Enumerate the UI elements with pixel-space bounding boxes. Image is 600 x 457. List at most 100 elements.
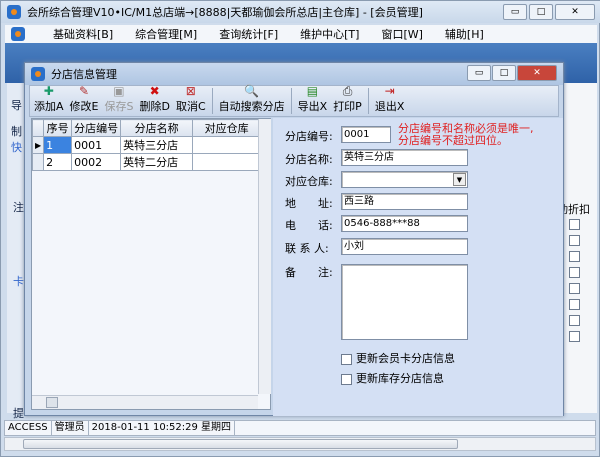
table-cell[interactable]: 1 [43, 136, 73, 154]
table-cell[interactable] [192, 136, 262, 154]
print-button[interactable]: ⎙ 打印P [333, 84, 362, 114]
main-horizontal-scrollbar[interactable] [4, 437, 596, 451]
delete-button[interactable]: ✖ 删除D [139, 84, 169, 114]
status-user: 管理员 [52, 421, 89, 435]
bg-checkbox[interactable] [569, 331, 580, 342]
bg-checkbox[interactable] [569, 251, 580, 262]
remark-label: 备 注: [285, 266, 333, 279]
menu-logo-icon [11, 27, 25, 41]
grid-vertical-scrollbar[interactable] [258, 119, 271, 394]
branch-grid[interactable]: 序号 分店编号 分店名称 对应仓库 ▶ 1 0001 英特三分店 2 0002 英特二分店 [31, 118, 271, 410]
menu-window[interactable]: 窗口[W] [381, 26, 422, 42]
bg-label: 制 [11, 125, 22, 138]
table-cell[interactable]: 英特三分店 [120, 136, 194, 154]
save-button[interactable]: ▣ 保存S [104, 84, 133, 114]
warehouse-select[interactable]: ▼ [341, 171, 468, 188]
row-indicator[interactable] [31, 153, 45, 171]
update-stock-checkbox[interactable]: 更新库存分店信息 [341, 370, 444, 386]
toolbar-label: 保存S [104, 100, 134, 113]
exit-button[interactable]: ⇥ 退出X [375, 84, 405, 114]
child-title: 分店信息管理 [51, 68, 117, 81]
name-input[interactable]: 英特三分店 [341, 149, 468, 166]
address-label: 地 址: [285, 197, 333, 210]
background-grid: 动折扣 [557, 83, 597, 413]
save-icon: ▣ [113, 84, 125, 98]
toolbar-label: 删除D [139, 100, 170, 113]
status-db: ACCESS [5, 421, 52, 435]
name-label: 分店名称: [285, 153, 333, 166]
exit-icon: ⇥ [384, 84, 395, 98]
edit-button[interactable]: ✎ 修改E [70, 84, 99, 114]
add-button[interactable]: ✚ 添加A [34, 84, 64, 114]
cancel-button[interactable]: ⊠ 取消C [176, 84, 206, 114]
scroll-thumb[interactable] [23, 439, 458, 449]
col-seq[interactable]: 序号 [43, 119, 73, 137]
table-cell[interactable]: 2 [43, 153, 73, 171]
update-card-checkbox[interactable]: 更新会员卡分店信息 [341, 350, 455, 366]
toolbar-label: 打印P [333, 100, 362, 113]
close-button[interactable]: ✕ [555, 4, 595, 20]
bg-checkbox[interactable] [569, 283, 580, 294]
col-warehouse[interactable]: 对应仓库 [192, 119, 262, 137]
table-row[interactable]: ▶ 1 0001 英特三分店 [31, 136, 262, 154]
child-title-bar: 分店信息管理 ▭ □ ✕ [25, 63, 563, 85]
minimize-button[interactable]: ▭ [503, 4, 527, 20]
table-cell[interactable]: 0001 [71, 136, 122, 154]
table-row[interactable]: 2 0002 英特二分店 [31, 153, 262, 171]
branch-form: 分店编号: 0001 分店编号和名称必须是唯一, 分店编号不超过四位。 分店名称:… [273, 118, 563, 416]
scroll-thumb[interactable] [46, 397, 58, 408]
app-logo-icon [7, 5, 21, 19]
checkbox-label: 更新库存分店信息 [356, 372, 444, 385]
menu-maintain[interactable]: 维护中心[T] [300, 26, 359, 42]
child-minimize-button[interactable]: ▭ [467, 65, 491, 81]
menu-bar: 基础资料[B] 综合管理[M] 查询统计[F] 维护中心[T] 窗口[W] 辅助… [5, 25, 597, 43]
chevron-down-icon[interactable]: ▼ [453, 173, 466, 186]
auto-search-button[interactable]: 🔍 自动搜索分店 [219, 84, 285, 114]
grid-horizontal-scrollbar[interactable] [32, 395, 258, 409]
phone-label: 电 话: [285, 219, 333, 232]
status-datetime: 2018-01-11 10:52:29 星期四 [89, 421, 236, 435]
bg-checkbox[interactable] [569, 315, 580, 326]
bg-checkbox[interactable] [569, 267, 580, 278]
note-line: 分店编号不超过四位。 [398, 134, 508, 147]
remark-textarea[interactable] [341, 264, 468, 340]
child-toolbar: ✚ 添加A ✎ 修改E ▣ 保存S ✖ 删除D ⊠ 取消C 🔍 自动搜索分店 ▤ 导出X ⎙ 打印P ⇥ 退出X [29, 84, 559, 117]
contact-input[interactable]: 小刘 [341, 238, 468, 255]
table-cell[interactable] [192, 153, 262, 171]
col-name[interactable]: 分店名称 [120, 119, 194, 137]
toolbar-label: 导出X [297, 100, 328, 113]
child-close-button[interactable]: ✕ [517, 65, 557, 81]
export-button[interactable]: ▤ 导出X [298, 84, 328, 114]
print-icon: ⎙ [342, 84, 353, 98]
row-indicator[interactable]: ▶ [31, 136, 45, 154]
phone-input[interactable]: 0546-888***88 [341, 215, 468, 232]
child-maximize-button[interactable]: □ [492, 65, 516, 81]
maximize-button[interactable]: □ [529, 4, 553, 20]
menu-query[interactable]: 查询统计[F] [219, 26, 278, 42]
toolbar-label: 修改E [69, 100, 99, 113]
table-cell[interactable]: 英特二分店 [120, 153, 194, 171]
checkbox[interactable] [341, 373, 352, 385]
bg-label: 提 [13, 407, 24, 420]
menu-basic[interactable]: 基础资料[B] [53, 26, 113, 42]
status-bar: ACCESS 管理员 2018-01-11 10:52:29 星期四 [4, 420, 596, 436]
branch-table: 序号 分店编号 分店名称 对应仓库 ▶ 1 0001 英特三分店 2 0002 英特二分店 [31, 119, 262, 171]
bg-checkbox[interactable] [569, 299, 580, 310]
code-input[interactable]: 0001 [341, 126, 391, 143]
checkbox[interactable] [341, 353, 352, 365]
toolbar-label: 添加A [34, 100, 64, 113]
add-icon: ✚ [43, 84, 54, 98]
menu-help[interactable]: 辅助[H] [445, 26, 484, 42]
table-header: 序号 分店编号 分店名称 对应仓库 [31, 119, 262, 137]
branch-info-window: 分店信息管理 ▭ □ ✕ ✚ 添加A ✎ 修改E ▣ 保存S ✖ 删除D ⊠ 取消C 🔍 自动搜索分店… [24, 62, 564, 416]
warehouse-label: 对应仓库: [285, 175, 333, 188]
col-code[interactable]: 分店编号 [71, 119, 122, 137]
table-cell[interactable]: 0002 [71, 153, 122, 171]
edit-icon: ✎ [78, 84, 90, 98]
menu-manage[interactable]: 综合管理[M] [135, 26, 197, 42]
bg-checkbox[interactable] [569, 219, 580, 230]
bg-label: 导 [11, 99, 22, 112]
bg-checkbox[interactable] [569, 235, 580, 246]
address-input[interactable]: 西三路 [341, 193, 468, 210]
checkbox-label: 更新会员卡分店信息 [356, 352, 455, 365]
